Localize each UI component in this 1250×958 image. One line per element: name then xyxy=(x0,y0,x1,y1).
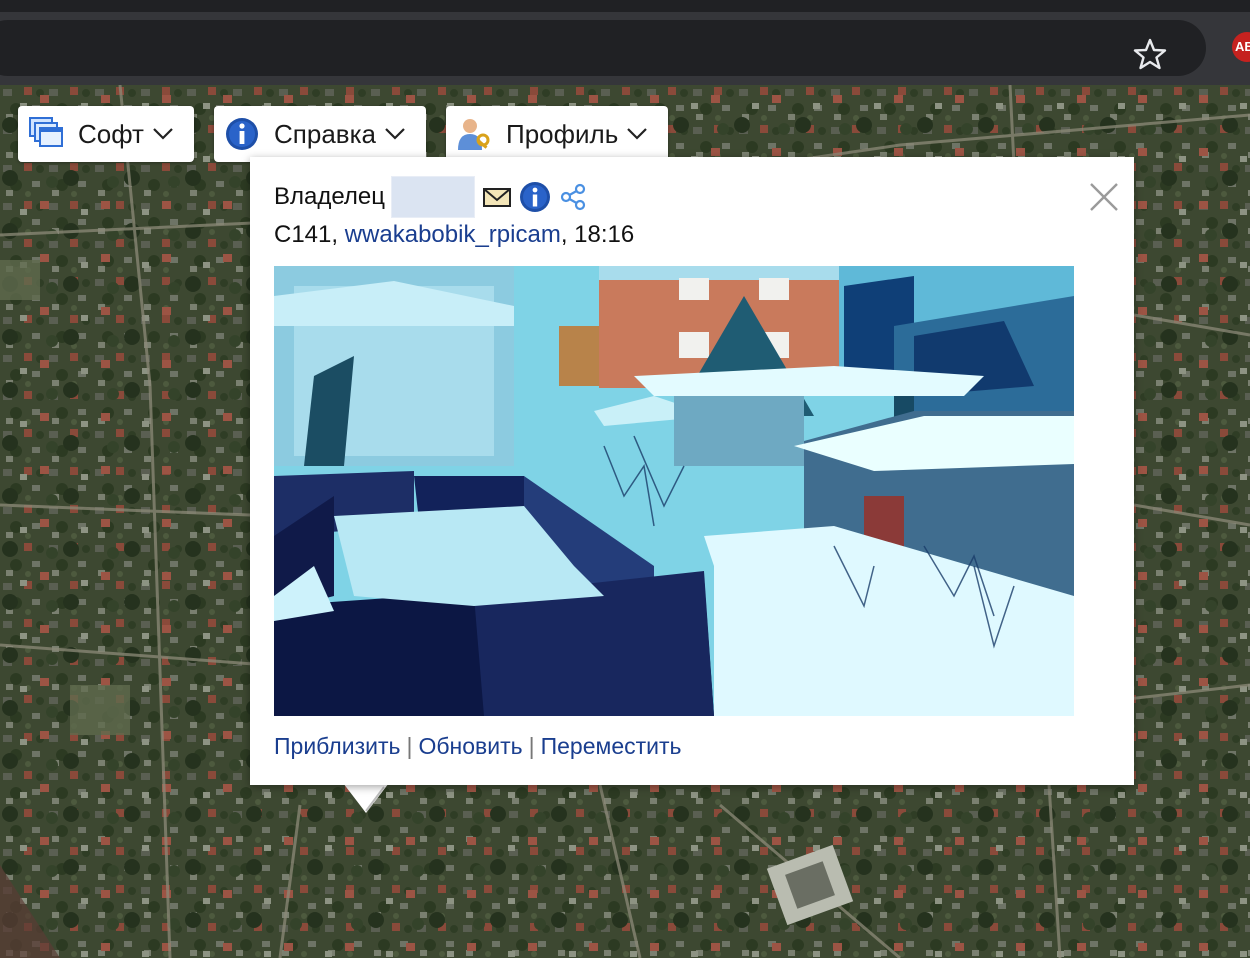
camera-time: 18:16 xyxy=(574,221,635,248)
envelope-icon[interactable] xyxy=(481,181,513,213)
camera-info-line: C141, wwakabobik_rpicam, 18:16 xyxy=(274,221,635,248)
user-key-icon xyxy=(458,119,490,150)
address-bar[interactable] xyxy=(0,20,1206,76)
move-link[interactable]: Переместить xyxy=(541,733,682,759)
close-icon[interactable] xyxy=(1086,179,1122,215)
chevron-down-icon xyxy=(153,128,173,140)
owner-line: Владелец xyxy=(274,176,589,218)
refresh-link[interactable]: Обновить xyxy=(418,733,522,759)
help-menu-button[interactable]: Справка xyxy=(214,106,426,162)
browser-toolbar: AB xyxy=(0,12,1250,85)
soft-menu-label: Софт xyxy=(78,118,144,149)
camera-name-link[interactable]: wwakabobik_rpicam xyxy=(345,221,561,248)
share-icon[interactable] xyxy=(557,181,589,213)
chevron-down-icon xyxy=(385,128,405,140)
bookmark-star-icon[interactable] xyxy=(1132,36,1168,72)
chevron-down-icon xyxy=(627,128,648,140)
zoom-in-link[interactable]: Приблизить xyxy=(274,733,401,759)
camera-id: C141 xyxy=(274,221,332,248)
windows-stack-icon xyxy=(29,117,63,147)
help-menu-label: Справка xyxy=(274,118,376,149)
camera-snapshot[interactable] xyxy=(274,266,1074,716)
camera-popup: Владелец C141, wwakabobik_rpicam, 18:16 xyxy=(250,157,1134,785)
separator: | xyxy=(528,733,535,759)
popup-actions: Приблизить | Обновить | Переместить xyxy=(274,733,682,760)
owner-name-redacted xyxy=(391,176,476,218)
soft-menu-button[interactable]: Софт xyxy=(18,106,194,162)
browser-tabstrip xyxy=(0,0,1250,12)
profile-menu-button[interactable]: Профиль xyxy=(446,106,668,162)
profile-menu-label: Профиль xyxy=(506,118,619,149)
adblock-extension-icon[interactable]: AB xyxy=(1232,32,1250,62)
info-icon[interactable] xyxy=(519,181,551,213)
snapshot-image xyxy=(274,266,1074,716)
owner-label: Владелец xyxy=(274,183,386,210)
separator: | xyxy=(406,733,413,759)
info-icon xyxy=(226,118,258,150)
